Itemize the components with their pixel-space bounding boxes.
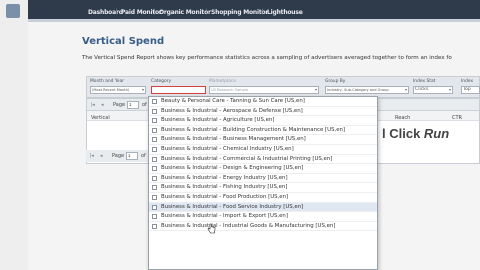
app-logo-icon <box>6 4 20 18</box>
category-option-label: Business & Industrial - Food Service Ind… <box>161 203 304 210</box>
group-by-select[interactable]: Industry, Sub-Category and Group ▾ <box>325 86 409 94</box>
category-option-label: Business & Industrial - Business Managem… <box>161 136 306 143</box>
prev-page-icon[interactable]: ◂ <box>100 153 103 159</box>
group-by-label: Group By <box>325 79 346 84</box>
first-page-icon[interactable]: |◂ <box>90 153 94 159</box>
category-option[interactable]: Business & Industrial - Food Service Ind… <box>149 202 377 213</box>
run-instruction: l Click Run <box>382 126 449 141</box>
category-option-label: Business & Industrial - Commercial & Ind… <box>161 155 333 162</box>
category-option[interactable]: Business & Industrial - Building Constru… <box>149 126 377 136</box>
of-label: of <box>141 153 146 159</box>
index-label: Index <box>461 79 474 84</box>
category-select[interactable] <box>151 86 206 94</box>
chevron-down-icon: ▾ <box>448 87 451 92</box>
category-option-label: Business & Industrial - Chemical Industr… <box>161 145 294 152</box>
checkbox[interactable] <box>152 99 157 104</box>
category-option-label: Business & Industrial - Design & Enginee… <box>161 165 304 172</box>
marketplace-select[interactable]: US Research Sample ▾ <box>209 86 319 94</box>
category-option-label: Beauty & Personal Care - Tanning & Sun C… <box>161 98 305 104</box>
checkbox[interactable] <box>152 146 157 152</box>
index-stat-value: Clicks <box>415 87 429 92</box>
nav-separator: | <box>154 9 156 15</box>
of-label: of <box>142 102 147 108</box>
category-option[interactable]: Business & Industrial - Food Production … <box>149 193 377 203</box>
category-option[interactable]: Business & Industrial - Import & Export … <box>149 212 377 222</box>
page-title: Vertical Spend <box>82 36 165 47</box>
marketplace-value: US Research Sample <box>211 88 249 92</box>
checkbox[interactable] <box>152 175 157 181</box>
category-option-label: Business & Industrial - Aerospace & Defe… <box>161 107 303 114</box>
category-option-label: Business & Industrial - Industrial Goods… <box>161 222 336 229</box>
page-label: Page <box>113 102 126 108</box>
category-option[interactable]: Beauty & Personal Care - Tanning & Sun C… <box>149 97 377 107</box>
left-margin <box>0 0 28 270</box>
group-by-value: Industry, Sub-Category and Group <box>327 88 389 92</box>
category-option-label: Business & Industrial - Energy Industry … <box>161 174 288 181</box>
prev-page-icon[interactable]: ◂ <box>101 102 104 108</box>
checkbox[interactable] <box>152 118 157 124</box>
category-label: Category <box>151 79 172 84</box>
nav-shopping-monitor[interactable]: Shopping Monitor <box>211 9 268 16</box>
index-stat-label: Index Stat <box>413 79 436 84</box>
checkbox[interactable] <box>152 223 157 229</box>
category-option[interactable]: Business & Industrial - Energy Industry … <box>149 174 377 184</box>
checkbox[interactable] <box>152 166 157 172</box>
month-label: Month and Year <box>90 79 125 84</box>
category-option[interactable]: Business & Industrial - Chemical Industr… <box>149 145 377 155</box>
chevron-down-icon: ▾ <box>404 87 407 92</box>
page-label: Page <box>112 153 125 159</box>
nav-separator: | <box>262 9 264 15</box>
category-option-label: Business & Industrial - Fishing Industry… <box>161 184 288 191</box>
first-page-icon[interactable]: |◂ <box>91 102 95 108</box>
month-select[interactable]: (Most Recent Month) ▾ <box>90 86 146 94</box>
chevron-down-icon: ▾ <box>141 87 144 92</box>
checkbox[interactable] <box>152 185 157 191</box>
category-option[interactable]: Business & Industrial - Commercial & Ind… <box>149 155 377 165</box>
chevron-down-icon: ▾ <box>314 87 317 92</box>
checkbox[interactable] <box>152 156 157 162</box>
page-input[interactable]: 1 <box>127 101 139 109</box>
filter-bar: Month and Year (Most Recent Month) ▾ Cat… <box>86 76 480 98</box>
page-description: The Vertical Spend Report shows key perf… <box>82 55 452 61</box>
nav-lighthouse[interactable]: Lighthouse <box>267 9 303 16</box>
index-value: Top <box>463 87 471 92</box>
month-value: (Most Recent Month) <box>92 88 130 92</box>
category-option-label: Business & Industrial - Agriculture [US,… <box>161 117 275 124</box>
col-vertical[interactable]: Vertical <box>91 115 110 121</box>
category-option-label: Business & Industrial - Building Constru… <box>161 126 346 133</box>
run-keyword: Run <box>423 126 450 141</box>
marketplace-label: Marketplace <box>209 79 236 84</box>
category-option-label: Business & Industrial - Food Production … <box>161 193 289 200</box>
index-select[interactable]: Top <box>461 86 480 94</box>
col-reach[interactable]: Reach <box>395 115 410 121</box>
category-option[interactable]: Business & Industrial - Business Managem… <box>149 135 377 145</box>
checkbox[interactable] <box>152 137 157 143</box>
checkbox[interactable] <box>152 214 157 220</box>
hand-cursor-icon <box>207 223 216 234</box>
category-option[interactable]: Business & Industrial - Fishing Industry… <box>149 183 377 193</box>
page-input[interactable]: 1 <box>126 152 138 160</box>
index-stat-select[interactable]: Clicks ▾ <box>413 86 453 94</box>
pager-bottom: |◂ ◂ Page 1 of <box>86 150 152 162</box>
checkbox[interactable] <box>152 108 157 114</box>
category-option[interactable]: Business & Industrial - Design & Enginee… <box>149 164 377 174</box>
category-option[interactable]: Business & Industrial - Agriculture [US,… <box>149 116 377 126</box>
category-option[interactable]: Business & Industrial - Aerospace & Defe… <box>149 107 377 117</box>
nav-separator: | <box>116 9 118 15</box>
checkbox[interactable] <box>152 204 157 210</box>
category-dropdown-list: Beauty & Personal Care - Tanning & Sun C… <box>148 96 378 270</box>
run-instruction-text: l Click <box>382 126 424 141</box>
nav-separator: | <box>206 9 208 15</box>
checkbox[interactable] <box>152 127 157 133</box>
col-ctr[interactable]: CTR <box>452 115 462 121</box>
nav-organic-monitor[interactable]: Organic Monitor <box>159 9 211 16</box>
top-navigation: Dashboard | Paid Monitor | Organic Monit… <box>28 0 480 22</box>
category-option[interactable]: Business & Industrial - Industrial Goods… <box>149 222 377 232</box>
category-option-label: Business & Industrial - Import & Export … <box>161 213 288 220</box>
checkbox[interactable] <box>152 194 157 200</box>
